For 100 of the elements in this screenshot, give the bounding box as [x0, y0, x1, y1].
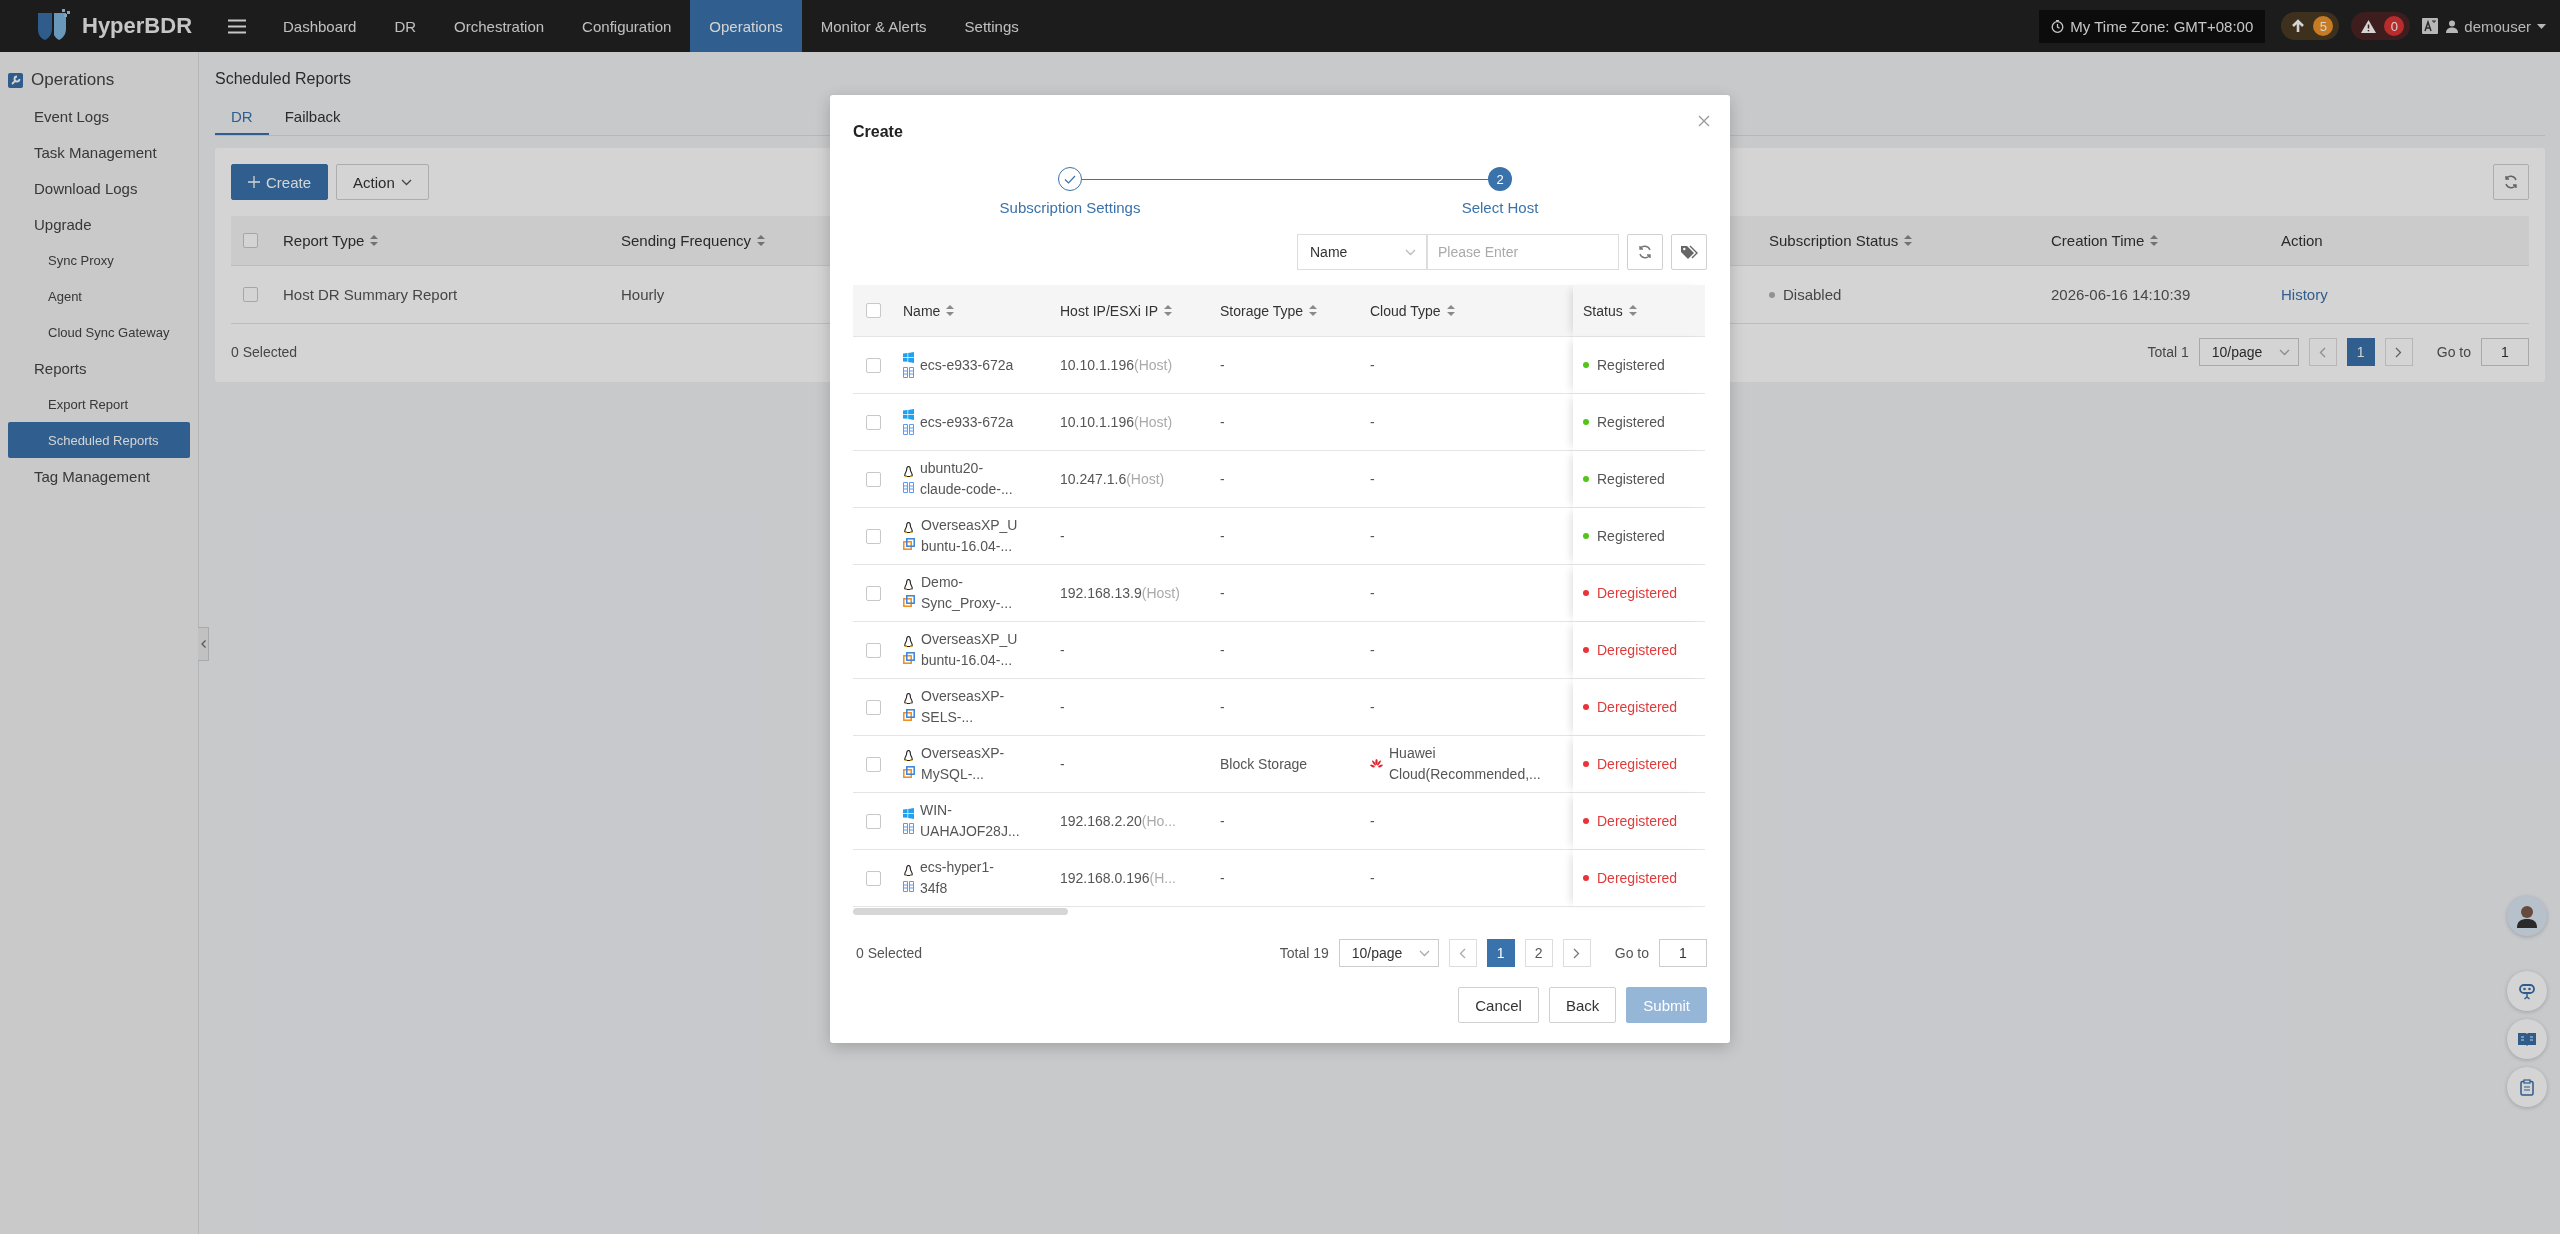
tab[interactable]: DR	[215, 102, 269, 135]
guide-button[interactable]	[2507, 1019, 2547, 1059]
host-ip: 192.168.0.196(H...	[1060, 870, 1176, 886]
status-text: Deregistered	[1597, 699, 1678, 715]
next-page-button[interactable]	[2384, 338, 2413, 366]
sort-icon[interactable]	[946, 305, 955, 316]
dialog-button[interactable]: Back	[1548, 987, 1617, 1023]
nav-item[interactable]: Configuration	[563, 0, 691, 52]
menu-icon[interactable]	[228, 18, 246, 34]
goto-field[interactable]: 1	[2481, 338, 2529, 366]
chevron-down-icon	[2278, 348, 2290, 356]
nav-item[interactable]: Dashboard	[264, 0, 376, 52]
close-icon[interactable]	[1698, 115, 1710, 127]
status-text: Registered	[1597, 528, 1665, 544]
column-header: Host IP/ESXi IP	[1060, 302, 1159, 319]
host-name: OverseasXP_Ubuntu-16.04-...	[921, 630, 1019, 670]
checkbox[interactable]	[866, 870, 881, 886]
user-icon	[2446, 19, 2459, 33]
sort-icon[interactable]	[1446, 305, 1455, 316]
tab[interactable]: Failback	[268, 102, 357, 135]
sort-icon[interactable]	[1309, 305, 1318, 316]
translate-icon[interactable]	[2422, 18, 2439, 34]
goto-field[interactable]: 1	[1659, 939, 1707, 967]
page-button[interactable]: 2	[1524, 939, 1553, 967]
host-name: ubuntu20-claude-code-...	[920, 459, 1014, 499]
nav-item[interactable]: Orchestration	[435, 0, 564, 52]
sort-icon[interactable]	[757, 235, 766, 246]
sidebar-item[interactable]: Reports	[8, 350, 190, 386]
overlapping-squares-icon	[903, 709, 915, 721]
sort-icon[interactable]	[1164, 305, 1173, 316]
checkbox[interactable]	[866, 813, 881, 829]
penguin-icon	[903, 465, 914, 478]
chevron-down-icon	[400, 178, 412, 186]
sort-icon[interactable]	[1904, 235, 1913, 246]
sidebar-item[interactable]: Export Report	[8, 386, 190, 422]
checkbox[interactable]	[866, 303, 881, 318]
avatar-circle[interactable]	[2507, 896, 2547, 936]
sidebar-item[interactable]: Upgrade	[8, 206, 190, 242]
checkbox[interactable]	[243, 287, 258, 302]
refresh-button[interactable]	[1627, 234, 1663, 270]
checkbox[interactable]	[866, 528, 881, 544]
checkbox[interactable]	[866, 585, 881, 601]
overlapping-squares-icon	[903, 652, 915, 664]
page-size-select[interactable]: 10/page	[2198, 338, 2299, 366]
nav-item[interactable]: Settings	[945, 0, 1038, 52]
table-cell: -	[1220, 471, 1225, 487]
host-ip: -	[1060, 699, 1065, 715]
book-icon	[2518, 1032, 2536, 1046]
total-count: Total 1	[2147, 344, 2189, 360]
nav-item[interactable]: DR	[375, 0, 436, 52]
checkbox[interactable]	[243, 233, 258, 248]
refresh-button[interactable]	[2493, 164, 2529, 200]
nav-item[interactable]: Operations	[690, 0, 802, 52]
selected-count: 0 Selected	[231, 344, 298, 360]
sidebar-item[interactable]: Agent	[8, 278, 190, 314]
sort-icon[interactable]	[2150, 235, 2159, 246]
sidebar-item[interactable]: Cloud Sync Gateway	[8, 314, 190, 350]
host-ip: 10.247.1.6(Host)	[1060, 471, 1165, 487]
sidebar-item[interactable]: Download Logs	[8, 170, 190, 206]
dialog-button[interactable]: Cancel	[1458, 987, 1539, 1023]
sidebar-item[interactable]: Scheduled Reports	[8, 422, 190, 458]
chevron-left-icon	[1459, 947, 1467, 959]
checkbox[interactable]	[866, 642, 881, 658]
search-field[interactable]: Please Enter	[1427, 234, 1619, 270]
sidebar-item[interactable]: Tag Management	[8, 458, 190, 494]
sort-icon[interactable]	[1628, 305, 1637, 316]
timezone-button[interactable]: My Time Zone: GMT+08:00	[2039, 9, 2266, 43]
table-cell-text: -	[1370, 469, 1375, 489]
notes-button[interactable]	[2507, 1067, 2547, 1107]
windows-icon	[903, 808, 914, 819]
count-badge: 0	[2384, 16, 2405, 36]
sidebar-item[interactable]: Sync Proxy	[8, 242, 190, 278]
host-ip: 10.10.1.196(Host)	[1060, 414, 1173, 430]
robot-button[interactable]	[2507, 971, 2547, 1011]
collapse-handle[interactable]	[198, 627, 209, 661]
checkbox[interactable]	[866, 414, 881, 430]
tag-button[interactable]	[1671, 234, 1707, 270]
page-size-select[interactable]: 10/page	[1338, 939, 1439, 967]
checkbox[interactable]	[866, 699, 881, 715]
filter-field-select[interactable]: Name	[1297, 234, 1427, 270]
checkbox[interactable]	[866, 471, 881, 487]
sidebar-item[interactable]: Task Management	[8, 134, 190, 170]
sort-icon[interactable]	[370, 235, 379, 246]
tag-icon	[1680, 244, 1698, 260]
action-dropdown[interactable]: Action	[336, 164, 429, 200]
page-button[interactable]: 1	[1486, 939, 1515, 967]
dialog-title: Create	[853, 123, 903, 141]
alert-button[interactable]: 0	[2351, 12, 2411, 40]
checkbox[interactable]	[866, 357, 881, 373]
checkbox[interactable]	[866, 756, 881, 772]
column-header: Status	[1583, 302, 1623, 319]
create-button[interactable]: Create	[231, 164, 329, 200]
user-menu[interactable]: demouser	[2446, 17, 2546, 35]
history-link[interactable]: History	[2281, 286, 2328, 303]
total-count: Total 19	[1279, 945, 1329, 961]
next-page-button[interactable]	[1562, 939, 1591, 967]
sidebar-item[interactable]: Event Logs	[8, 98, 190, 134]
horizontal-scrollbar[interactable]	[853, 908, 1068, 915]
page-button[interactable]: 1	[2346, 338, 2375, 366]
nav-item[interactable]: Monitor & Alerts	[801, 0, 946, 52]
